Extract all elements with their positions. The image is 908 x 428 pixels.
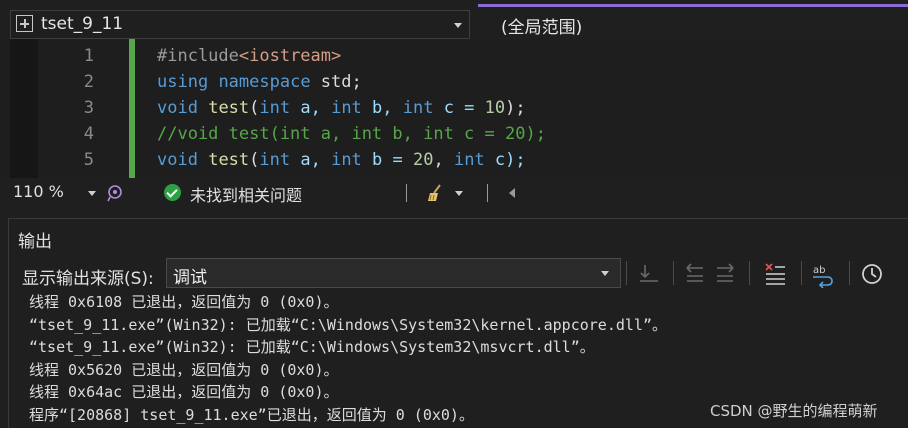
editor-status-bar: 110 % 未找到相关问题 — [0, 178, 908, 208]
clear-all-icon[interactable] — [761, 260, 789, 288]
code-token: using — [157, 72, 209, 92]
code-token: ( — [249, 150, 260, 170]
title-strip — [0, 0, 908, 7]
code-token: ( — [249, 98, 260, 118]
toolbar-separator — [673, 261, 674, 285]
code-token: namespace — [218, 72, 311, 92]
find-message-icon[interactable] — [635, 260, 663, 288]
separator — [487, 184, 488, 202]
code-token: void — [157, 98, 198, 118]
line-number: 4 — [83, 124, 94, 144]
line-number: 2 — [83, 72, 94, 92]
output-line: 线程 0x6108 已退出，返回值为 0 (0x0)。 — [29, 293, 339, 311]
project-name: tset_9_11 — [41, 14, 124, 34]
code-token: c); — [484, 150, 526, 170]
previous-message-icon[interactable] — [681, 260, 709, 288]
code-token: void — [157, 150, 198, 170]
code-token: int — [402, 98, 434, 118]
scroll-left-icon[interactable] — [509, 188, 515, 198]
watermark: CSDN @野生的编程萌新 — [710, 402, 878, 420]
word-wrap-icon[interactable]: ab — [809, 260, 837, 288]
code-line[interactable]: void test(int a, int b = 20, int c); — [157, 147, 526, 173]
intellicode-icon[interactable] — [104, 183, 124, 203]
chevron-down-icon[interactable] — [601, 271, 609, 276]
code-token: b, — [361, 98, 403, 118]
code-token: int — [331, 98, 362, 118]
project-dropdown[interactable]: tset_9_11 — [10, 10, 470, 39]
output-source-value: 调试 — [173, 268, 207, 288]
line-number: 5 — [83, 150, 94, 170]
zoom-level[interactable]: 110 % — [13, 182, 64, 201]
code-token: #include — [157, 46, 239, 66]
project-icon — [16, 15, 33, 32]
code-token: a, — [290, 98, 332, 118]
output-line: 线程 0x64ac 已退出，返回值为 0 (0x0)。 — [29, 383, 339, 401]
output-line: 程序“[20868] tset_9_11.exe”已退出，返回值为 0 (0x0… — [29, 405, 474, 424]
code-line[interactable]: //void test(int a, int b, int c = 20); — [157, 121, 546, 147]
chevron-down-icon[interactable] — [454, 23, 462, 28]
code-token: c = — [433, 98, 485, 118]
output-source-label: 显示输出来源(S): — [22, 269, 154, 289]
code-line[interactable]: #include<iostream> — [157, 43, 341, 69]
editor-gutter — [0, 39, 10, 178]
change-tracking-bar — [129, 39, 135, 178]
broom-icon[interactable] — [426, 183, 448, 203]
output-line: 线程 0x5620 已退出，返回值为 0 (0x0)。 — [29, 360, 339, 379]
output-line: “tset_9_11.exe”(Win32): 已加载“C:\Windows\S… — [29, 315, 667, 334]
scope-name: (全局范围) — [501, 18, 583, 38]
code-token: int — [331, 150, 362, 170]
line-number: 1 — [83, 46, 94, 66]
glyph-margin — [10, 39, 38, 178]
line-number: 3 — [83, 98, 94, 118]
scope-dropdown[interactable]: (全局范围) — [478, 10, 904, 38]
output-source-select[interactable]: 调试 — [166, 258, 621, 288]
code-token: ); — [505, 98, 526, 118]
cleanup-chevron-down-icon[interactable] — [455, 191, 463, 196]
code-token: int — [453, 150, 485, 170]
toolbar-separator — [749, 261, 750, 285]
code-line[interactable]: using namespace std; — [157, 69, 362, 95]
output-line: “tset_9_11.exe”(Win32): 已加载“C:\Windows\S… — [29, 338, 595, 356]
check-circle-icon — [164, 184, 181, 201]
issues-status[interactable]: 未找到相关问题 — [190, 182, 302, 206]
code-token: test — [208, 150, 250, 170]
code-token: <iostream> — [238, 46, 342, 66]
code-token: int — [259, 150, 291, 170]
clock-icon[interactable] — [858, 260, 886, 288]
code-token: int — [259, 98, 291, 118]
code-line[interactable]: void test(int a, int b, int c = 10); — [157, 95, 526, 121]
zoom-chevron-down-icon[interactable] — [88, 191, 96, 196]
output-title: 输出 — [18, 232, 52, 252]
code-token: 20 — [412, 150, 434, 170]
toolbar-separator — [801, 261, 802, 285]
toolbar-separator — [626, 261, 627, 285]
svg-text:ab: ab — [813, 265, 825, 276]
code-token: //void test(int a, int b, int c = 20); — [157, 124, 546, 144]
separator — [406, 184, 407, 202]
code-token: 10 — [484, 98, 506, 118]
output-panel: 输出 显示输出来源(S): 调试 ab 线程 0x6108 已退出，返回值为 0… — [8, 218, 908, 428]
code-token: a, — [290, 150, 332, 170]
code-token: test — [208, 98, 250, 118]
code-token: std; — [310, 72, 362, 92]
code-editor[interactable]: 1 #include<iostream> 2 using namespace std;… — [0, 39, 908, 178]
code-token: b = — [361, 150, 413, 170]
next-message-icon[interactable] — [711, 260, 739, 288]
navigation-bar: tset_9_11 (全局范围) — [0, 7, 908, 39]
code-token: , — [433, 150, 454, 170]
toolbar-separator — [849, 261, 850, 285]
